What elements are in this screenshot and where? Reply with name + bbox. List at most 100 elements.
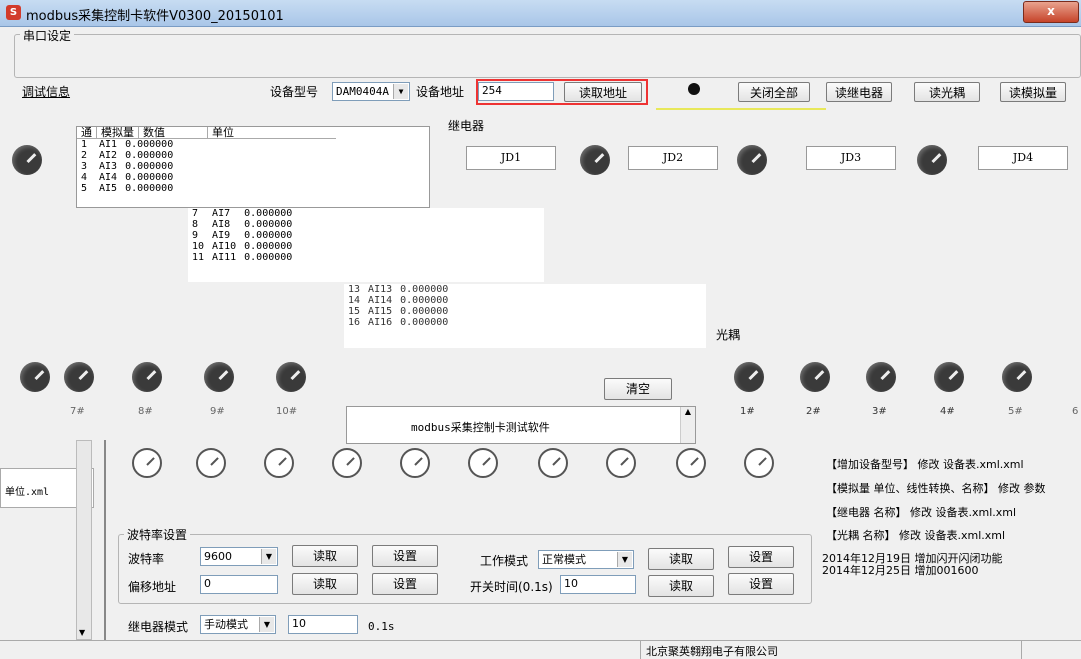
read-analog-button[interactable]: 读模拟量 — [1000, 82, 1066, 102]
offset-address-input[interactable]: 0 — [200, 575, 278, 594]
cell-unit — [474, 295, 482, 306]
device-model-label: 设备型号 — [270, 85, 319, 99]
relay-mode-select[interactable]: 手动模式 ▼ — [200, 615, 276, 634]
debug-info-tab[interactable]: 调试信息 — [22, 83, 70, 100]
opto-knob-icon — [204, 362, 234, 392]
offset-set-button[interactable]: 设置 — [372, 573, 438, 595]
table-row[interactable]: 2 AI2 0.000000 — [77, 150, 207, 161]
cell-unit — [318, 219, 326, 230]
relay-mode-label: 继电器模式 — [128, 620, 189, 634]
table-row[interactable]: 1 AI1 0.000000 — [77, 139, 207, 150]
table-row[interactable]: 8 AI8 0.000000 — [188, 219, 326, 230]
col-header-analog[interactable]: 模拟量 — [96, 127, 139, 139]
relay-jd3-button[interactable]: JD3 — [806, 146, 896, 170]
indicator-knob-icon — [12, 145, 42, 175]
cell-channel: 16 — [348, 317, 361, 328]
log-scrollbar[interactable]: ▲ — [680, 407, 695, 443]
clear-log-button[interactable]: 清空 — [604, 378, 672, 400]
switch-time-input[interactable]: 10 — [560, 575, 636, 594]
analog-knob-icon — [132, 448, 162, 478]
device-model-value: DAM0404A — [336, 85, 389, 98]
cell-analog: AI15 — [368, 306, 393, 317]
opto-knob-icon — [866, 362, 896, 392]
cell-channel: 4 — [81, 172, 88, 183]
chevron-down-icon: ▼ — [261, 549, 276, 564]
cell-value: 0.000000 — [400, 306, 449, 317]
relay-jd4-button[interactable]: JD4 — [978, 146, 1068, 170]
col-header-unit[interactable]: 单位 — [207, 127, 336, 139]
read-relay-button[interactable]: 读继电器 — [826, 82, 892, 102]
title-bar[interactable]: S modbus采集控制卡软件V0300_20150101 x — [0, 0, 1081, 27]
chevron-down-icon: ▼ — [259, 617, 274, 632]
log-textarea[interactable]: modbus采集控制卡测试软件 ▲ — [346, 406, 696, 444]
cell-analog: AI2 — [99, 150, 118, 161]
relay-jd2-button[interactable]: JD2 — [628, 146, 718, 170]
opto-knob-icon — [276, 362, 306, 392]
col-header-channel[interactable]: 通 — [77, 127, 97, 139]
relay-knob-icon — [580, 145, 610, 175]
cell-channel: 1 — [81, 139, 88, 150]
scroll-down-icon[interactable]: ▼ — [79, 628, 85, 637]
table-row[interactable]: 13 AI13 0.000000 — [344, 284, 482, 295]
offset-address-label: 偏移地址 — [128, 580, 177, 594]
switch-time-read-button[interactable]: 读取 — [648, 575, 714, 597]
device-model-select[interactable]: DAM0404A ▼ — [332, 82, 410, 101]
table-row[interactable]: 16 AI16 0.000000 — [344, 317, 482, 328]
table-row[interactable]: 7 AI7 0.000000 — [188, 208, 326, 219]
col-header-value[interactable]: 数值 — [138, 127, 208, 139]
baud-read-button[interactable]: 读取 — [292, 545, 358, 567]
close-button[interactable]: x — [1023, 1, 1079, 23]
cell-value: 0.000000 — [244, 208, 293, 219]
cell-analog: AI9 — [212, 230, 231, 241]
cell-unit — [199, 183, 207, 194]
table-row[interactable]: 5 AI5 0.000000 — [77, 183, 207, 194]
opto-label-7: 7# — [70, 406, 85, 417]
work-mode-select[interactable]: 正常模式 ▼ — [538, 550, 634, 569]
vertical-scrollbar[interactable]: ▼ — [76, 440, 92, 640]
table-row[interactable]: 10 AI10 0.000000 — [188, 241, 326, 252]
left-xml-text: 单位.xml — [5, 487, 50, 498]
cell-channel: 3 — [81, 161, 88, 172]
cell-channel: 14 — [348, 295, 361, 306]
cell-value: 0.000000 — [400, 295, 449, 306]
info-line-2: 【模拟量 单位、线性转换、名称】 修改 参数 — [826, 482, 1046, 495]
relay-jd1-button[interactable]: JD1 — [466, 146, 556, 170]
info-line-4: 【光耦 名称】 修改 设备表.xml.xml — [826, 529, 1006, 542]
opto-knob-icon — [1002, 362, 1032, 392]
table-row[interactable]: 14 AI14 0.000000 — [344, 295, 482, 306]
cell-analog: AI13 — [368, 284, 393, 295]
baud-rate-select[interactable]: 9600 ▼ — [200, 547, 278, 566]
opto-knob-icon — [20, 362, 50, 392]
table-row[interactable]: 3 AI3 0.000000 — [77, 161, 207, 172]
baud-set-button[interactable]: 设置 — [372, 545, 438, 567]
optocoupler-title: 光耦 — [716, 328, 741, 342]
relay-mode-value: 手动模式 — [204, 618, 248, 631]
cell-channel: 10 — [192, 241, 205, 252]
relay-mode-time-input[interactable]: 10 — [288, 615, 358, 634]
work-mode-set-button[interactable]: 设置 — [728, 546, 794, 568]
cell-value: 0.000000 — [125, 150, 174, 161]
switch-time-set-button[interactable]: 设置 — [728, 573, 794, 595]
cell-analog: AI16 — [368, 317, 393, 328]
work-mode-read-button[interactable]: 读取 — [648, 548, 714, 570]
table-row[interactable]: 4 AI4 0.000000 — [77, 172, 207, 183]
cell-value: 0.000000 — [244, 252, 293, 263]
cell-value: 0.000000 — [244, 230, 293, 241]
close-all-button[interactable]: 关闭全部 — [738, 82, 810, 102]
offset-read-button[interactable]: 读取 — [292, 573, 358, 595]
cell-channel: 11 — [192, 252, 205, 263]
table-row[interactable]: 9 AI9 0.000000 — [188, 230, 326, 241]
cell-value: 0.000000 — [125, 139, 174, 150]
analog-knob-icon — [606, 448, 636, 478]
cell-value: 0.000000 — [125, 183, 174, 194]
table-row[interactable]: 15 AI15 0.000000 — [344, 306, 482, 317]
read-address-button[interactable]: 读取地址 — [564, 82, 642, 102]
read-optocoupler-button[interactable]: 读光耦 — [914, 82, 980, 102]
cell-unit — [199, 161, 207, 172]
device-address-label: 设备地址 — [416, 85, 465, 99]
relay-knob-icon — [917, 145, 947, 175]
table-row[interactable]: 11 AI11 0.000000 — [188, 252, 326, 263]
cell-unit — [318, 241, 326, 252]
cell-unit — [318, 208, 326, 219]
opto-label-6: 6 — [1072, 406, 1079, 417]
